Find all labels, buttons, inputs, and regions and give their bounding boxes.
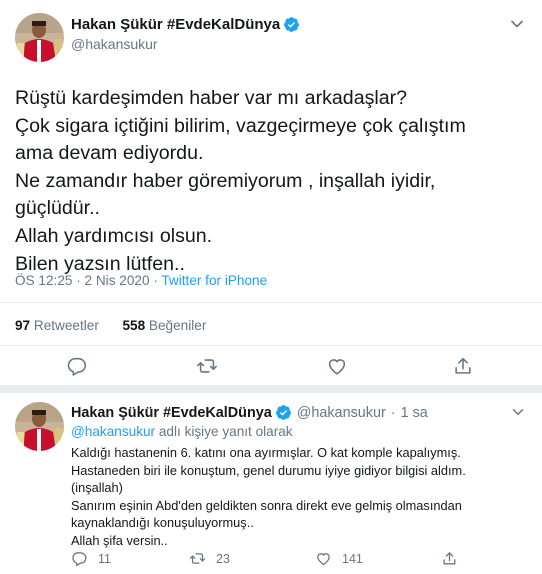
- tweet-text: Rüştü kardeşimden haber var mı arkadaşla…: [15, 85, 530, 278]
- tweet-text-line: Allah yardımcısı olsun.: [15, 224, 213, 247]
- chevron-down-icon[interactable]: [507, 14, 527, 34]
- retweet-arrows-icon[interactable]: [196, 355, 218, 377]
- handle[interactable]: @hakansukur: [71, 36, 158, 52]
- reply-tweet[interactable]: Hakan Şükür #EvdeKalDünya @hakansukur · …: [0, 393, 542, 574]
- retweet-action[interactable]: 23: [189, 550, 230, 567]
- tweet-time[interactable]: ÖS 12:25: [15, 273, 72, 288]
- reply-text-line: Allah şifa versin..: [71, 532, 168, 548]
- verified-badge-icon: [275, 405, 291, 420]
- retweet-arrows-icon[interactable]: [189, 550, 206, 567]
- tweet-stats: 97 Retweetler 558 Beğeniler: [15, 318, 206, 333]
- retweets-label: Retweetler: [33, 318, 99, 333]
- tweet-text-line: güçlüdür..: [15, 197, 100, 220]
- display-name[interactable]: Hakan Şükür #EvdeKalDünya: [71, 405, 272, 421]
- like-action[interactable]: 141: [315, 550, 363, 567]
- reply-actions: 11 23 141: [71, 550, 531, 568]
- handle[interactable]: @hakansukur: [297, 405, 386, 421]
- likes-stat[interactable]: 558 Beğeniler: [122, 318, 206, 333]
- retweet-count: 23: [216, 551, 230, 566]
- main-tweet: Hakan Şükür #EvdeKalDünya @hakansukur Rü…: [0, 0, 542, 385]
- tweet-timestamp-row: ÖS 12:25 · 2 Nis 2020 · Twitter for iPho…: [15, 273, 267, 288]
- retweets-count: 97: [15, 318, 31, 333]
- tweet-text-line: Çok sigara içtiğini bilirim, vazgeçirmey…: [15, 114, 466, 137]
- share-upload-icon[interactable]: [452, 355, 474, 377]
- heart-icon[interactable]: [315, 550, 332, 567]
- reply-text: Kaldığı hastanenin 6. katını ona ayırmış…: [71, 444, 531, 549]
- tweet-actions: [0, 355, 542, 379]
- likes-label: Beğeniler: [148, 318, 207, 333]
- reply-to-handle[interactable]: @hakansukur: [71, 424, 155, 439]
- like-count: 141: [342, 551, 363, 566]
- divider: [0, 345, 542, 346]
- reply-age[interactable]: 1 sa: [401, 405, 428, 421]
- chevron-down-icon[interactable]: [509, 403, 527, 421]
- display-name-row[interactable]: Hakan Şükür #EvdeKalDünya: [71, 16, 300, 33]
- display-name[interactable]: Hakan Şükür #EvdeKalDünya: [71, 16, 280, 33]
- separator-dot: ·: [76, 273, 81, 288]
- verified-badge-icon: [284, 17, 300, 32]
- section-divider: [0, 385, 542, 393]
- reply-text-line: kaynaklandığı konuşuluyormuş..: [71, 515, 254, 530]
- reply-text-line: (inşallah): [71, 480, 123, 495]
- reply-to-suffix: adlı kişiye yanıt olarak: [155, 424, 293, 439]
- share-action[interactable]: [441, 550, 468, 567]
- tweet-source-link[interactable]: Twitter for iPhone: [161, 273, 267, 288]
- reply-text-line: Sanırım eşinin Abd'den geldikten sonra d…: [71, 497, 462, 513]
- speech-bubble-icon[interactable]: [66, 355, 88, 377]
- avatar[interactable]: [15, 13, 64, 62]
- reply-count: 11: [98, 551, 111, 566]
- separator-dot: ·: [390, 404, 396, 421]
- avatar[interactable]: [15, 402, 64, 451]
- tweet-date[interactable]: 2 Nis 2020: [85, 273, 150, 288]
- retweets-stat[interactable]: 97 Retweetler: [15, 318, 99, 333]
- reply-text-line: Kaldığı hastanenin 6. katını ona ayırmış…: [71, 445, 461, 460]
- tweet-text-line: ama devam ediyordu.: [15, 142, 204, 165]
- speech-bubble-icon[interactable]: [71, 550, 88, 567]
- tweet-text-line: Rüştü kardeşimden haber var mı arkadaşla…: [15, 87, 408, 109]
- avatar-image: [15, 402, 64, 451]
- reply-text-line: Hastaneden biri ile konuştum, genel duru…: [71, 462, 466, 478]
- likes-count: 558: [122, 318, 146, 333]
- replying-to: @hakansukur adlı kişiye yanıt olarak: [71, 424, 293, 439]
- divider: [0, 302, 542, 303]
- reply-action[interactable]: 11: [71, 550, 111, 567]
- tweet-text-line: Ne zamandır haber göremiyorum , inşallah…: [15, 169, 436, 192]
- heart-icon[interactable]: [326, 355, 348, 377]
- reply-header: Hakan Şükür #EvdeKalDünya @hakansukur · …: [71, 404, 428, 421]
- separator-dot: ·: [153, 273, 158, 288]
- avatar-image: [15, 13, 64, 62]
- share-upload-icon[interactable]: [441, 550, 458, 567]
